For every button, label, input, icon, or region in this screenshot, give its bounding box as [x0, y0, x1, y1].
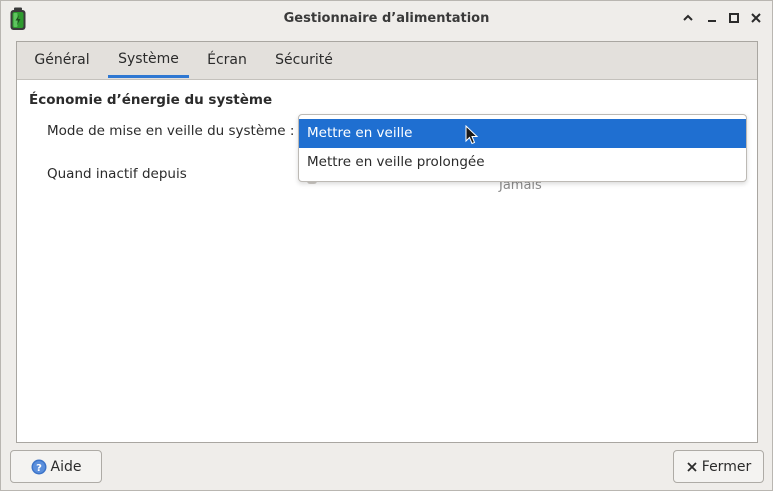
shade-button[interactable]: [680, 10, 696, 26]
tab-bar: Général Système Écran Sécurité: [17, 42, 757, 80]
help-button-label: Aide: [50, 458, 82, 475]
tab-label: Sécurité: [275, 52, 333, 68]
mouse-cursor-icon: [465, 125, 479, 145]
tab-systeme[interactable]: Système: [108, 42, 189, 78]
close-icon: [686, 461, 698, 473]
settings-notebook: Général Système Écran Sécurité Économie …: [16, 41, 758, 443]
tab-label: Écran: [207, 52, 247, 68]
title-bar[interactable]: Gestionnaire d’alimentation: [1, 1, 772, 36]
dropdown-option-suspend[interactable]: Mettre en veille: [299, 119, 746, 148]
sleep-mode-dropdown: Mettre en veille Mettre en veille prolon…: [298, 114, 747, 182]
maximize-icon: [729, 13, 739, 23]
chevron-up-icon: [683, 14, 693, 21]
power-manager-window: Gestionnaire d’alimentation Général Syst…: [0, 0, 773, 491]
section-title: Économie d’énergie du système: [29, 92, 273, 108]
close-window-button[interactable]: [748, 10, 764, 26]
close-icon: [751, 13, 761, 23]
minimize-button[interactable]: [704, 10, 720, 26]
help-button[interactable]: ? Aide: [10, 450, 102, 483]
window-title: Gestionnaire d’alimentation: [283, 11, 490, 26]
inactive-label: Quand inactif depuis: [47, 166, 187, 182]
tab-general[interactable]: Général: [25, 42, 99, 78]
help-icon: ?: [31, 459, 47, 475]
tab-label: Général: [34, 52, 90, 68]
tab-ecran[interactable]: Écran: [200, 42, 254, 78]
minimize-icon: [708, 20, 716, 22]
close-button-label: Fermer: [701, 458, 752, 475]
sleep-mode-label: Mode de mise en veille du système :: [47, 123, 295, 139]
tab-label: Système: [118, 50, 179, 67]
svg-text:?: ?: [36, 463, 42, 474]
option-label: Mettre en veille prolongée: [307, 154, 485, 170]
dropdown-option-hibernate[interactable]: Mettre en veille prolongée: [299, 148, 746, 177]
maximize-button[interactable]: [726, 10, 742, 26]
option-label: Mettre en veille: [307, 125, 413, 141]
tab-securite[interactable]: Sécurité: [267, 42, 341, 78]
close-button[interactable]: Fermer: [673, 450, 764, 483]
